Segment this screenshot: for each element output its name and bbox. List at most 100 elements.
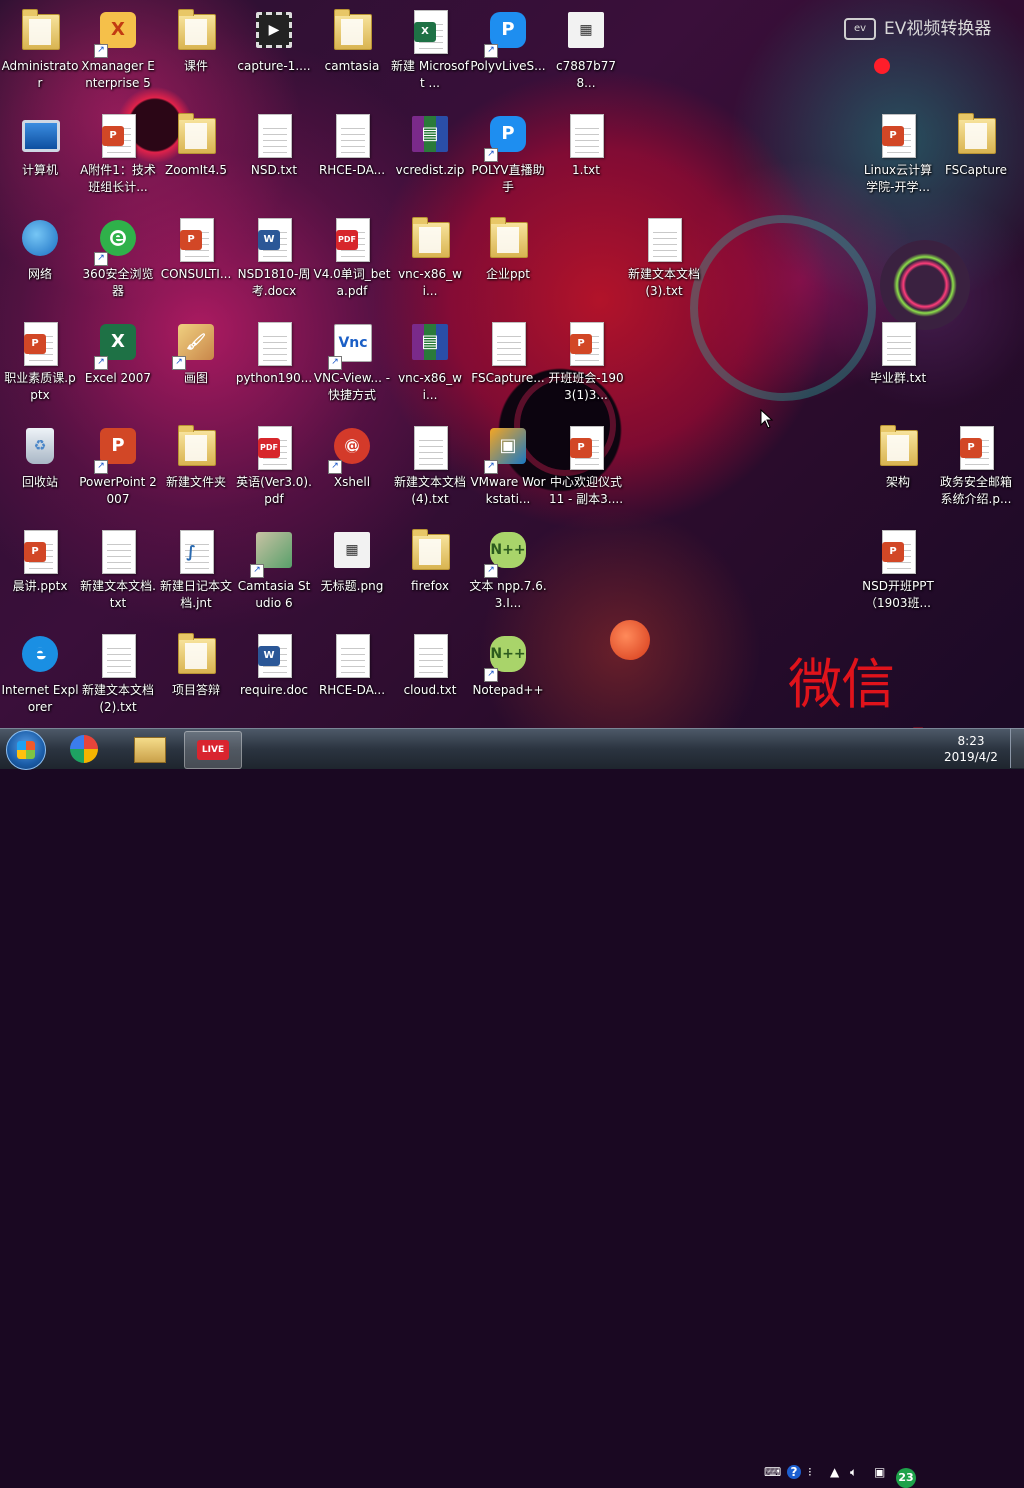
film-icon: ▶: [250, 8, 298, 56]
desktop-icon[interactable]: FSCapture...: [468, 312, 548, 416]
desktop-icon[interactable]: N++ ↗ 文本 npp.7.6.3.I...: [468, 520, 548, 624]
desktop-icon[interactable]: 项目答辩: [156, 624, 236, 728]
zip-icon: ▤: [406, 320, 454, 368]
desktop-icon-label: 企业ppt: [486, 267, 530, 281]
desktop-icon[interactable]: firefox: [390, 520, 470, 624]
excel-doc-icon: X: [406, 8, 454, 56]
desktop-icon[interactable]: cloud.txt: [390, 624, 470, 728]
ev-converter-watermark: ev EV视频转换器: [844, 14, 991, 40]
ppt-icon: P: [562, 320, 610, 368]
desktop-icon[interactable]: X ↗ Xmanager Enterprise 5: [78, 0, 158, 104]
desktop-icon[interactable]: 毕业群.txt: [858, 312, 938, 416]
desktop-icon-label: 开班班会-1903(1)3...: [548, 371, 624, 402]
desktop-icon[interactable]: @ ↗ Xshell: [312, 416, 392, 520]
desktop-icon[interactable]: 新建文本文档(2).txt: [78, 624, 158, 728]
desktop-icon[interactable]: RHCE-DA...: [312, 624, 392, 728]
desktop-icon[interactable]: P 中心欢迎仪式11 - 副本3....: [546, 416, 626, 520]
desktop-icon[interactable]: Wrequire.doc: [234, 624, 314, 728]
start-button[interactable]: [6, 730, 46, 770]
desktop-icon[interactable]: 新建文件夹: [156, 416, 236, 520]
desktop-icon[interactable]: FSCapture: [936, 104, 1016, 208]
desktop-icon-label: PowerPoint 2007: [79, 475, 157, 506]
desktop-icon[interactable]: ▦ 无标题.png: [312, 520, 392, 624]
desktop-icon[interactable]: N++ ↗ Notepad++: [468, 624, 548, 728]
desktop-icon[interactable]: Administrator: [0, 0, 80, 104]
desktop-icon[interactable]: 课件: [156, 0, 236, 104]
tray-expand-icon[interactable]: ▲: [830, 1465, 839, 1479]
desktop-icon[interactable]: ZoomIt4.5: [156, 104, 236, 208]
desktop-icon-label: Administrator: [1, 59, 79, 90]
desktop-icon[interactable]: P A附件1：技术班组长计...: [78, 104, 158, 208]
desktop-icon[interactable]: 架构: [858, 416, 938, 520]
journal-icon: ∫: [172, 528, 220, 576]
desktop-icon[interactable]: ▶ capture-1....: [234, 0, 314, 104]
desktop-icon[interactable]: P 政务安全邮箱系统介绍.p...: [936, 416, 1016, 520]
desktop-icon-label: 新建文本文档(2).txt: [81, 683, 154, 714]
desktop-icon[interactable]: P ↗ PolyvLiveS...: [468, 0, 548, 104]
desktop-icon[interactable]: PDF V4.0单词_beta.pdf: [312, 208, 392, 312]
windows-logo-icon: [17, 741, 35, 759]
help-icon[interactable]: ?: [787, 1465, 801, 1479]
ppt-icon: P: [562, 424, 610, 472]
show-desktop-button[interactable]: [1010, 728, 1024, 768]
desktop-icon[interactable]: 网络: [0, 208, 80, 312]
desktop-icon[interactable]: 🖌︎ ↗ 画图: [156, 312, 236, 416]
taskbar: LIVE ⌨ ? ⁝ ▲ 🔈︎ ▣ 23: [0, 728, 1024, 1488]
desktop-icon[interactable]: NSD.txt: [234, 104, 314, 208]
desktop-icon[interactable]: P 晨讲.pptx: [0, 520, 80, 624]
desktop-icon[interactable]: ▤ vcredist.zip: [390, 104, 470, 208]
desktop-icon-label: require.doc: [239, 683, 309, 697]
desktop-icon-label: A附件1：技术班组长计...: [80, 163, 156, 194]
powerpoint-icon: P ↗: [94, 424, 142, 474]
desktop-icon[interactable]: 企业ppt: [468, 208, 548, 312]
desktop-icon[interactable]: P NSD开班PPT（1903班...: [858, 520, 938, 624]
desktop-icon[interactable]: 新建文本文档.txt: [78, 520, 158, 624]
desktop-icon[interactable]: P 开班班会-1903(1)3...: [546, 312, 626, 416]
desktop-icon-label: cloud.txt: [403, 683, 457, 697]
tray-badge[interactable]: 23: [896, 1468, 916, 1488]
desktop-icon[interactable]: ↗ Camtasia Studio 6: [234, 520, 314, 624]
desktop-icon[interactable]: Vnc ↗ VNC-View... - 快捷方式: [312, 312, 392, 416]
taskbar-button-apps[interactable]: [58, 731, 110, 767]
desktop-icon[interactable]: 计算机: [0, 104, 80, 208]
taskbar-button-explorer[interactable]: [122, 731, 174, 767]
desktop-icon[interactable]: ∫ 新建日记本文档.jnt: [156, 520, 236, 624]
desktop-icon-label: 新建文本文档(3).txt: [627, 267, 700, 298]
volume-icon[interactable]: 🔈︎: [850, 1465, 857, 1480]
desktop-icon[interactable]: e ↗ 360安全浏览器: [78, 208, 158, 312]
desktop-icon[interactable]: python190...: [234, 312, 314, 416]
desktop-icon[interactable]: 新建文本文档(4).txt: [390, 416, 470, 520]
desktop-icon[interactable]: 1.txt: [546, 104, 626, 208]
desktop-icon[interactable]: e Internet Explorer: [0, 624, 80, 728]
taskbar-button-live-recorder[interactable]: LIVE: [184, 731, 242, 769]
desktop-icon[interactable]: ▤ vnc-x86_wi...: [390, 312, 470, 416]
clock[interactable]: 8:23 2019/4/2: [944, 733, 998, 765]
ev-logo-icon: ev: [844, 18, 876, 40]
desktop-icon[interactable]: ♻︎ 回收站: [0, 416, 80, 520]
desktop-icon-label: 新建文本文档.txt: [80, 579, 156, 610]
desktop-icon[interactable]: P Linux云计算学院-开学...: [858, 104, 938, 208]
desktop-icon[interactable]: X 新建 Microsoft ...: [390, 0, 470, 104]
desktop-icon[interactable]: vnc-x86_wi...: [390, 208, 470, 312]
desktop-icon[interactable]: P CONSULTI...: [156, 208, 236, 312]
explorer-icon: [134, 737, 166, 763]
desktop-icon[interactable]: ▣ ↗ VMware Workstati...: [468, 416, 548, 520]
network-status-icon[interactable]: ▣: [874, 1465, 885, 1479]
desktop-icon[interactable]: camtasia: [312, 0, 392, 104]
desktop-icon[interactable]: P ↗ POLYV直播助手: [468, 104, 548, 208]
keyboard-icon[interactable]: ⌨: [764, 1465, 781, 1479]
desktop-icon[interactable]: 新建文本文档(3).txt: [624, 208, 704, 312]
desktop-icon[interactable]: RHCE-DA...: [312, 104, 392, 208]
desktop-icon-label: ZoomIt4.5: [165, 163, 227, 177]
desktop-icon-label: 画图: [183, 371, 208, 385]
desktop-icon-label: NSD1810-周考.docx: [237, 267, 311, 298]
tray-settings-icon[interactable]: ⁝: [808, 1465, 812, 1479]
desktop-icon[interactable]: ▦ c7887b778...: [546, 0, 626, 104]
ppt-icon: P: [16, 320, 64, 368]
desktop-icon[interactable]: P 职业素质课.pptx: [0, 312, 80, 416]
desktop-icon[interactable]: P ↗ PowerPoint 2007: [78, 416, 158, 520]
desktop-icon[interactable]: X ↗ Excel 2007: [78, 312, 158, 416]
folder-icon: [328, 8, 376, 56]
desktop-icon[interactable]: PDF 英语(Ver3.0).pdf: [234, 416, 314, 520]
desktop-icon[interactable]: W NSD1810-周考.docx: [234, 208, 314, 312]
